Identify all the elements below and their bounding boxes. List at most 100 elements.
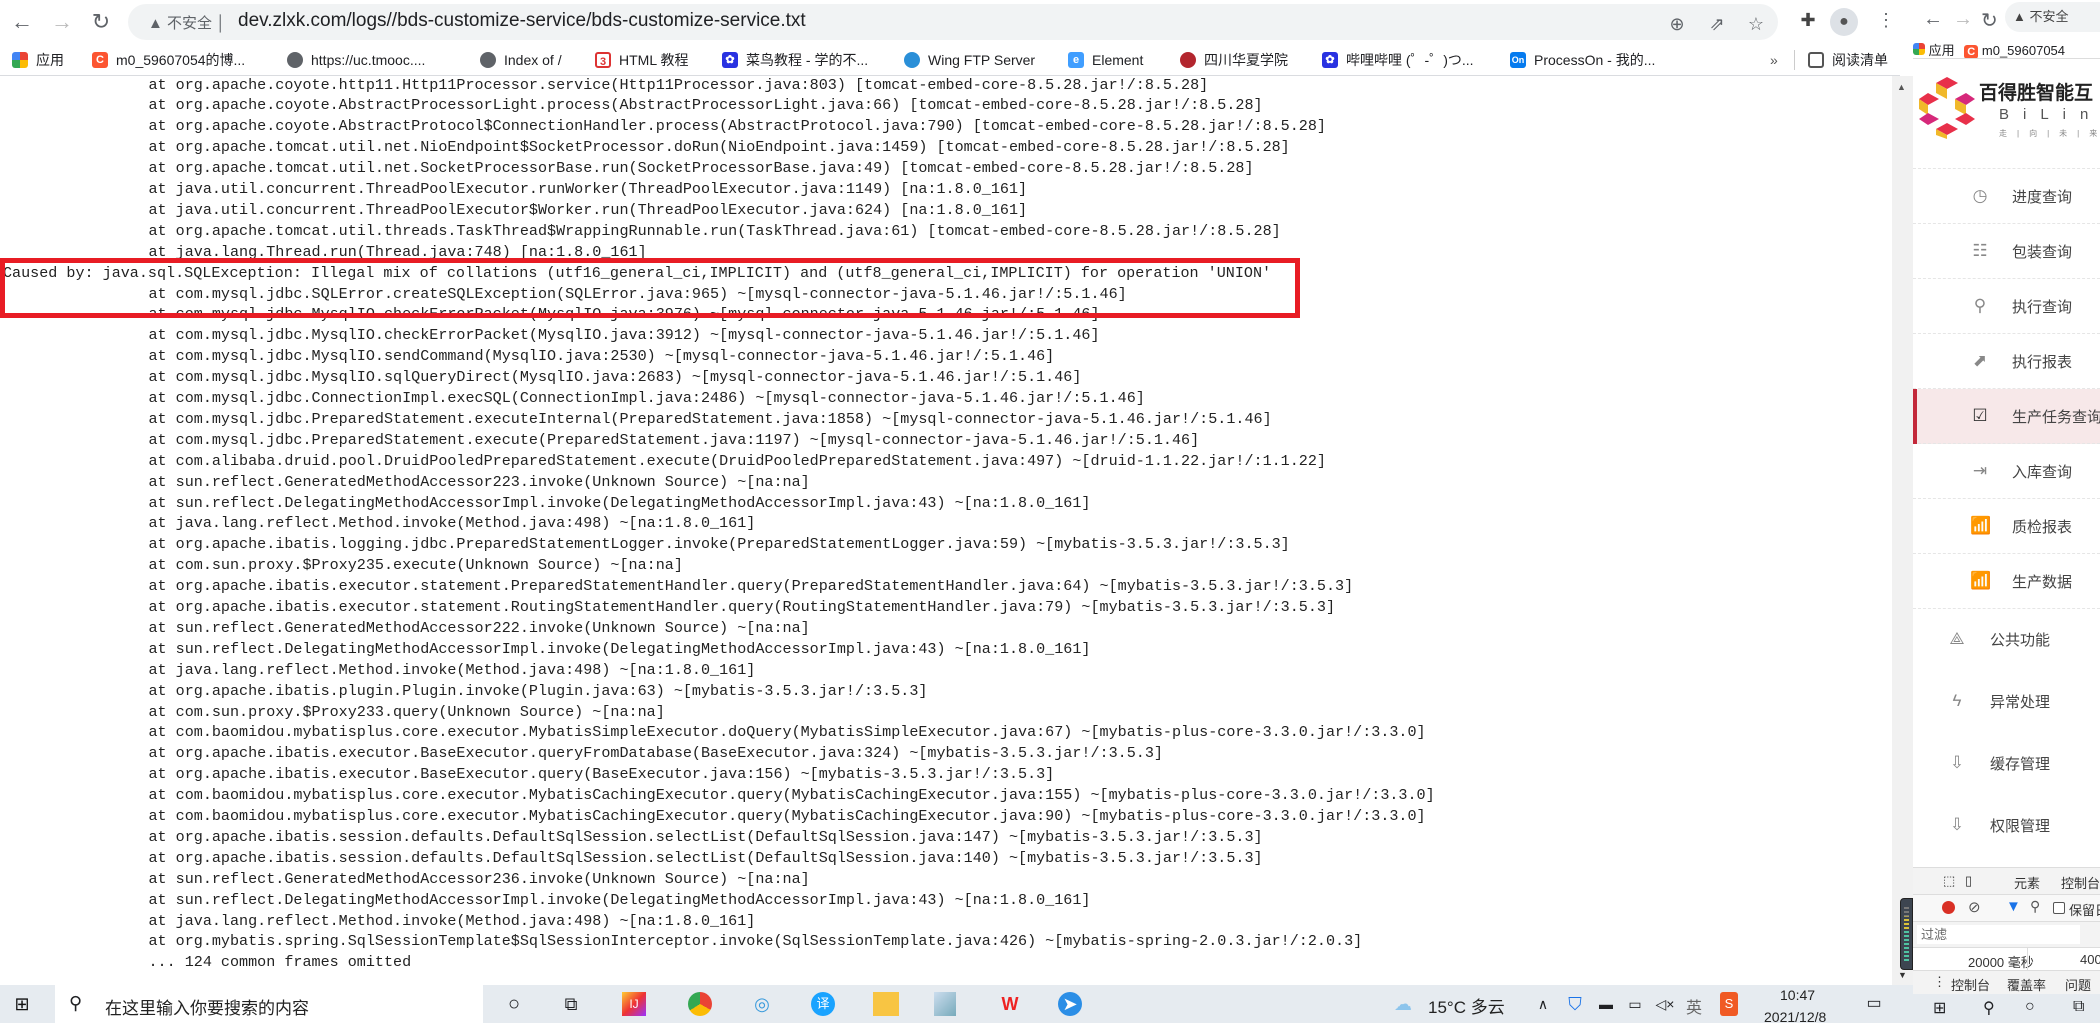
scroll-up-arrow-icon[interactable]: ▲ (1897, 82, 1906, 92)
menu-item[interactable]: ☑ 生产任务查询 (1913, 389, 2100, 444)
bookmark-wingftp[interactable]: Wing FTP Server (904, 49, 1035, 71)
menu-group[interactable]: ⇩ 权限管理 (1913, 798, 2100, 853)
app-icon[interactable]: ◎ (750, 992, 774, 1016)
security-shield-icon[interactable]: ⛉ (1566, 992, 1584, 1016)
more-bookmarks-button[interactable]: » (1770, 49, 1778, 71)
security-label: 不安全 (2029, 9, 2069, 24)
drawer-tab-coverage[interactable]: 覆盖率 (2007, 975, 2046, 994)
menu-item[interactable]: ⇥ 入库查询 (1913, 444, 2100, 499)
menu-item[interactable]: ◷ 进度查询 (1913, 169, 2100, 224)
bookmark-star-icon[interactable]: ☆ (1744, 14, 1768, 35)
bookmark-processon[interactable]: On ProcessOn - 我的... (1510, 49, 1655, 71)
drawer-tab-console[interactable]: 控制台 (1951, 975, 1990, 994)
bookmark-html[interactable]: 3 HTML 教程 (595, 49, 688, 71)
app-icon[interactable] (934, 992, 956, 1016)
bookmark-label: ProcessOn - 我的... (1534, 52, 1656, 68)
extensions-puzzle-icon[interactable]: ✚ (1796, 10, 1820, 31)
bookmark-apps[interactable]: 应用 (12, 49, 64, 71)
record-icon[interactable] (1942, 901, 1955, 914)
menu-group[interactable]: ⇩ 缓存管理 (1913, 736, 2100, 791)
bookmark-label[interactable]: 应用 (1929, 43, 1955, 58)
battery-icon[interactable]: ▬ (1596, 992, 1616, 1016)
clock-time[interactable]: 10:47 (1780, 987, 1815, 1003)
profile-avatar-icon[interactable]: ● (1830, 8, 1858, 36)
menu-group[interactable]: ⟁ 公共功能 (1913, 612, 2100, 667)
inspect-element-icon[interactable]: ⬚ (1943, 873, 1955, 889)
weather-text[interactable]: 15°C 多云 (1428, 993, 1505, 1018)
bar-chart-icon: 📶 (1970, 516, 1992, 535)
address-bar[interactable]: ▲ 不安全 (2005, 2, 2100, 32)
share-icon[interactable]: ⇗ (1705, 14, 1729, 35)
taskbar-search-box[interactable]: ⚲ 在这里输入你要搜索的内容 (55, 985, 483, 1023)
intellij-app-icon[interactable]: IJ (622, 992, 646, 1016)
bookmark-bilibili[interactable]: ✿ 哔哩哔哩 (゜-゜)つ... (1322, 49, 1474, 71)
cortana-icon[interactable]: ○ (503, 992, 525, 1016)
clock-refresh-icon: ◷ (1972, 186, 1988, 205)
file-explorer-icon[interactable] (873, 992, 899, 1016)
tab-elements[interactable]: 元素 (2014, 873, 2040, 892)
scrollbar[interactable]: ▲ (1892, 76, 1913, 985)
preserve-log-checkbox[interactable] (2053, 902, 2065, 914)
filter-input[interactable]: 过滤 (1917, 925, 2080, 944)
url-text[interactable]: dev.zlxk.com/logs//bds-customize-service… (238, 10, 806, 32)
bookmark-index[interactable]: Index of / (480, 49, 562, 71)
bookmark-runoob[interactable]: ✿ 菜鸟教程 - 学的不... (722, 49, 868, 71)
tab-console[interactable]: 控制台 (2061, 873, 2100, 892)
forward-button[interactable]: → (48, 8, 76, 36)
network-icon[interactable]: ▭ (1625, 992, 1645, 1016)
menu-item[interactable]: ⚲ 执行查询 (1913, 279, 2100, 334)
drawer-tab-issues[interactable]: 问题 (2065, 975, 2091, 994)
back-button[interactable]: ← (1923, 8, 1943, 31)
cortana-icon[interactable]: ○ (2025, 998, 2035, 1016)
log-line: at org.apache.ibatis.session.defaults.De… (76, 827, 1263, 846)
bookmark-tmooc[interactable]: https://uc.tmooc.... (287, 49, 425, 71)
reading-list-button[interactable]: 阅读清单 (1808, 49, 1888, 71)
menu-item[interactable]: ☷ 包装查询 (1913, 224, 2100, 279)
bookmark-label[interactable]: m0_59607054 (1982, 43, 2065, 58)
menu-item[interactable]: 📶 质检报表 (1913, 499, 2100, 554)
log-line: at java.lang.reflect.Method.invoke(Metho… (76, 660, 756, 679)
bookmark-element[interactable]: e Element (1068, 49, 1143, 71)
task-view-icon[interactable]: ⧉ (2073, 998, 2084, 1016)
chrome-app-icon[interactable] (688, 992, 712, 1016)
input-method-indicator[interactable]: 英 (1686, 994, 1702, 1018)
task-view-icon[interactable]: ⧉ (560, 992, 582, 1016)
zoom-icon[interactable]: ⊕ (1665, 14, 1689, 35)
notification-center-icon[interactable]: ▭ (1864, 992, 1884, 1016)
back-button[interactable]: ← (8, 8, 36, 36)
bookmark-school[interactable]: 四川华夏学院 (1180, 49, 1288, 71)
scroll-down-arrow-icon[interactable]: ▼ (1898, 970, 1907, 980)
filter-icon[interactable]: ▼ (2006, 898, 2021, 915)
reload-button[interactable]: ↻ (1981, 8, 1998, 33)
feishu-app-icon[interactable]: ➤ (1058, 992, 1082, 1016)
bar-chart-icon: 📶 (1970, 571, 1992, 590)
device-toolbar-icon[interactable]: ▯ (1965, 873, 1972, 889)
reload-button[interactable]: ↻ (87, 8, 115, 36)
wps-app-icon[interactable]: W (998, 992, 1022, 1016)
search-icon[interactable]: ⚲ (1983, 998, 1995, 1018)
bilink-logo-icon (1919, 77, 1975, 139)
translate-app-icon[interactable]: 译 (811, 992, 835, 1016)
bookmarks-bar: 应用 C m0_59607054 (1913, 40, 2065, 59)
clear-icon[interactable]: ⊘ (1968, 898, 1981, 916)
volume-muted-icon[interactable]: ◁× (1655, 992, 1675, 1016)
forward-button[interactable]: → (1953, 8, 1973, 31)
menu-group[interactable]: ϟ 异常处理 (1913, 674, 2100, 729)
menu-item[interactable]: ⬈ 执行报表 (1913, 334, 2100, 389)
menu-kebab-icon[interactable]: ⋮ (1874, 10, 1898, 31)
log-line: at org.apache.ibatis.plugin.Plugin.invok… (76, 681, 928, 700)
show-hidden-icons-chevron-icon[interactable]: ∧ (1535, 992, 1551, 1016)
baidu-paw-icon: ✿ (722, 52, 738, 68)
timeline-label: 400 (2080, 952, 2100, 967)
bookmark-csdn[interactable]: Cm0_59607054的博... (92, 49, 245, 71)
sogou-ime-icon[interactable]: S (1720, 992, 1738, 1016)
menu-item[interactable]: 📶 生产数据 (1913, 554, 2100, 609)
address-bar[interactable]: ▲ 不安全 │ dev.zlxk.com/logs//bds-customize… (128, 4, 1778, 40)
search-icon[interactable]: ⚲ (2030, 898, 2040, 915)
floating-volume-widget[interactable] (1900, 898, 1913, 970)
log-line: at com.sun.proxy.$Proxy235.execute(Unkno… (76, 556, 683, 575)
windows-start-icon[interactable]: ⊞ (10, 992, 34, 1016)
drawer-menu-icon[interactable]: ⋮ (1933, 974, 1946, 990)
bookmark-label: 哔哩哔哩 (゜-゜)つ... (1346, 52, 1474, 68)
windows-start-icon[interactable]: ⊞ (1933, 998, 1946, 1018)
